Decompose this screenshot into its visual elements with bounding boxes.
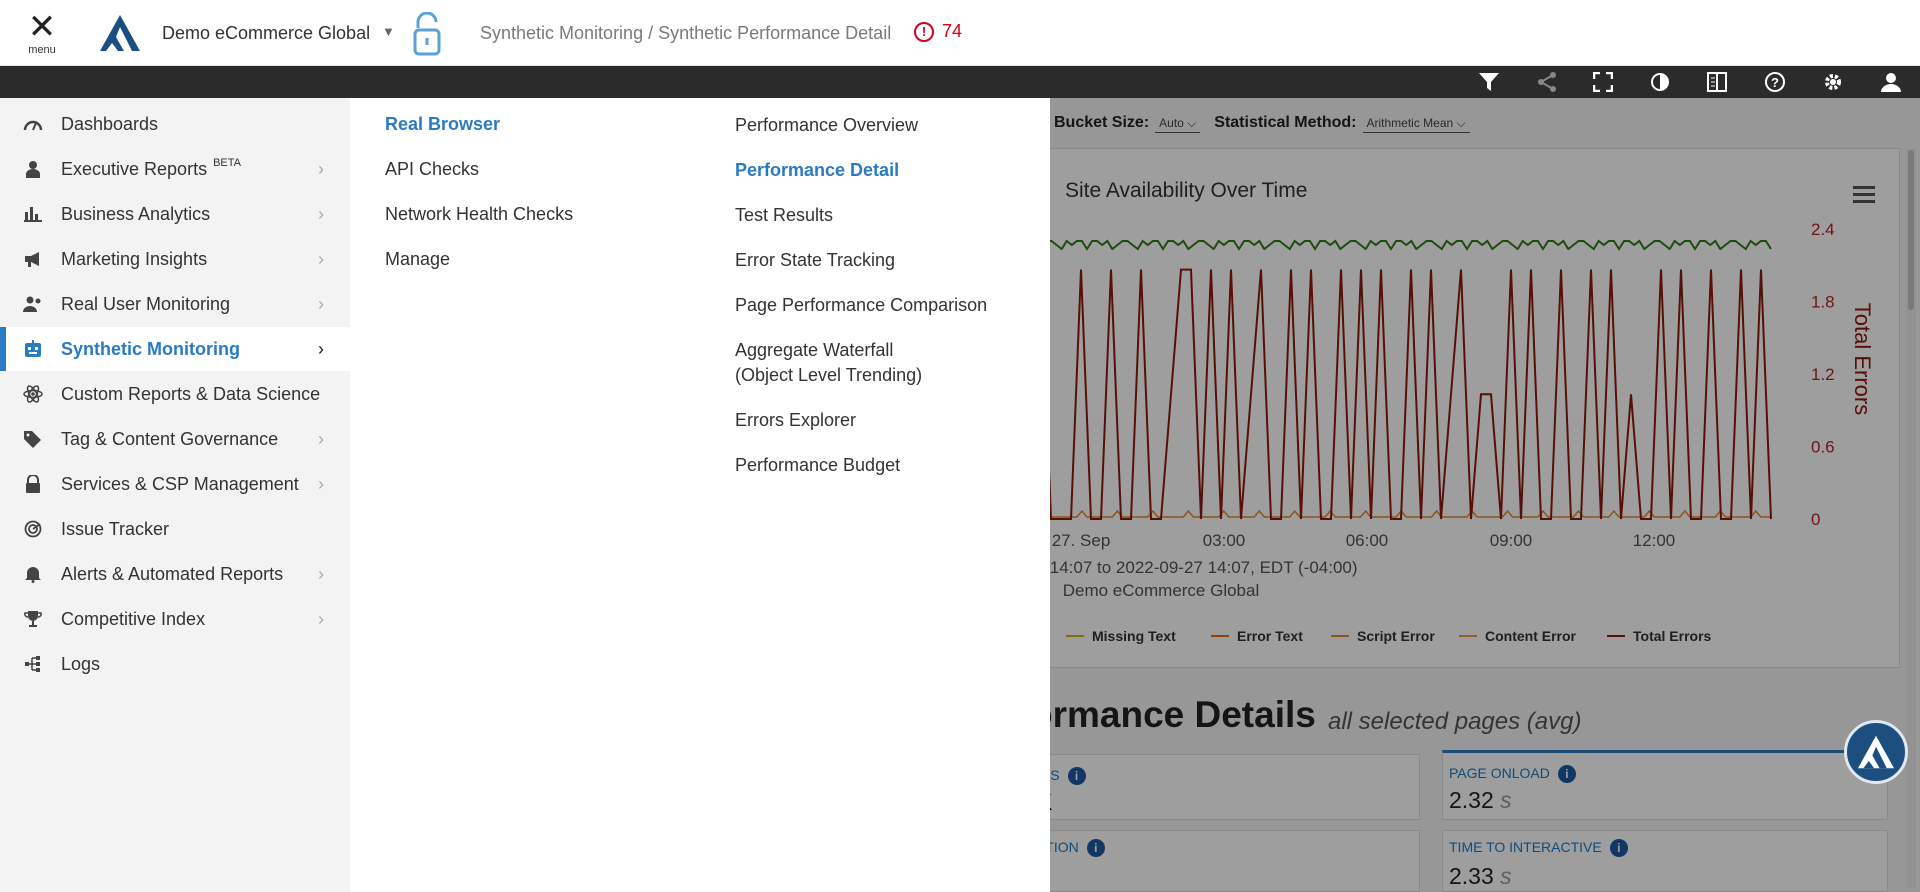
- nav-item-executive-reports[interactable]: Executive Reports BETA ›: [0, 147, 350, 191]
- nav-item-label: Logs: [61, 653, 101, 674]
- nav-item-label: Custom Reports & Data Science: [61, 383, 321, 404]
- breadcrumb: Synthetic Monitoring / Synthetic Perform…: [480, 23, 892, 43]
- leaf-item-performance-detail[interactable]: Performance Detail: [735, 158, 1035, 183]
- sub-item-network-health-checks[interactable]: Network Health Checks ›: [385, 192, 711, 236]
- nav-item-marketing-insights[interactable]: Marketing Insights ›: [0, 237, 350, 281]
- chevron-right-icon: ›: [318, 473, 324, 494]
- chevron-right-icon: ›: [318, 563, 324, 584]
- leaf-item-errors-explorer[interactable]: Errors Explorer: [735, 408, 1035, 433]
- chevron-right-icon: ›: [318, 248, 324, 269]
- alert-icon: !: [914, 21, 934, 42]
- nav-item-label: Business Analytics: [61, 203, 211, 224]
- sub-item-label: Manage: [385, 248, 451, 269]
- leaf-item-performance-overview[interactable]: Performance Overview: [735, 113, 1035, 138]
- menu-label: menu: [28, 44, 56, 56]
- bell-icon: [22, 564, 44, 584]
- leaf-item-aggregate-waterfall[interactable]: Aggregate Waterfall (Object Level Trendi…: [735, 338, 1035, 388]
- leaf-item-label: Aggregate Waterfall: [735, 340, 894, 360]
- nav-item-issue-tracker[interactable]: Issue Tracker: [0, 507, 350, 551]
- nav-item-tag-content-governance[interactable]: Tag & Content Governance ›: [0, 417, 350, 461]
- nav-item-label: Services & CSP Management: [61, 473, 299, 494]
- atom-icon: [22, 384, 44, 404]
- nav-item-logs[interactable]: Logs: [0, 642, 350, 686]
- nav-item-label: Tag & Content Governance: [61, 428, 279, 449]
- nav-item-alerts-reports[interactable]: Alerts & Automated Reports ›: [0, 552, 350, 596]
- nav-item-label: Executive Reports BETA: [61, 156, 241, 179]
- filter-icon[interactable]: [1476, 70, 1502, 94]
- sub-item-api-checks[interactable]: API Checks ›: [385, 147, 711, 191]
- brand-logo[interactable]: [98, 13, 142, 58]
- radar-icon: [22, 519, 44, 539]
- sub-item-label: Network Health Checks: [385, 203, 574, 224]
- leaf-nav: Performance Overview Performance Detail …: [700, 98, 1050, 892]
- megaphone-icon: [22, 249, 44, 269]
- leaf-item-error-state-tracking[interactable]: Error State Tracking: [735, 248, 1035, 273]
- leaf-item-performance-budget[interactable]: Performance Budget: [735, 453, 1035, 478]
- leaf-item-label-line2: (Object Level Trending): [735, 365, 923, 385]
- chevron-right-icon: ›: [318, 203, 324, 224]
- unlock-icon[interactable]: [412, 11, 442, 61]
- nav-item-label: Alerts & Automated Reports: [61, 563, 284, 584]
- sub-nav: Real Browser › API Checks › Network Heal…: [350, 98, 711, 892]
- dashboard-gauge-icon: [22, 114, 44, 134]
- chevron-right-icon: ›: [318, 428, 324, 449]
- column-icon[interactable]: [1704, 70, 1730, 94]
- alert-count: 74: [942, 21, 963, 41]
- chevron-right-icon: ›: [318, 338, 324, 359]
- sub-item-label: API Checks: [385, 158, 480, 179]
- nav-item-business-analytics[interactable]: Business Analytics ›: [0, 192, 350, 236]
- logs-tree-icon: [22, 654, 44, 674]
- assistant-launcher-button[interactable]: [1844, 720, 1908, 784]
- brand-logo-icon: [1858, 735, 1894, 769]
- chevron-right-icon: ›: [318, 158, 324, 179]
- sub-item-label: Real Browser: [385, 113, 501, 134]
- executive-person-icon: [22, 159, 44, 179]
- toolbar: ?: [0, 66, 1920, 98]
- nav-item-label: Marketing Insights: [61, 248, 208, 269]
- nav-item-custom-reports[interactable]: Custom Reports & Data Science: [0, 372, 350, 416]
- chevron-right-icon: ›: [318, 293, 324, 314]
- nav-item-label: Real User Monitoring: [61, 293, 231, 314]
- nav-item-label: Competitive Index: [61, 608, 206, 629]
- close-menu-button[interactable]: ✕ menu: [22, 8, 62, 60]
- nav-item-dashboards[interactable]: Dashboards: [0, 102, 350, 146]
- close-icon: ✕: [27, 8, 57, 46]
- tags-icon: [22, 429, 44, 449]
- fullscreen-icon[interactable]: [1590, 70, 1616, 94]
- sub-item-real-browser[interactable]: Real Browser ›: [385, 102, 711, 146]
- nav-item-synthetic-monitoring[interactable]: Synthetic Monitoring ›: [0, 327, 350, 371]
- nav-item-services-csp[interactable]: Services & CSP Management ›: [0, 462, 350, 506]
- leaf-item-page-performance-comparison[interactable]: Page Performance Comparison: [735, 293, 1035, 318]
- main-nav: Dashboards Executive Reports BETA › Busin…: [0, 98, 350, 892]
- top-header: ✕ menu Demo eCommerce Global ▼ Synthetic…: [0, 0, 1920, 66]
- nav-item-label: Issue Tracker: [61, 518, 170, 539]
- leaf-item-test-results[interactable]: Test Results: [735, 203, 1035, 228]
- share-icon[interactable]: [1534, 70, 1560, 94]
- account-dropdown-icon[interactable]: ▼: [382, 24, 395, 39]
- robot-icon: [22, 339, 44, 359]
- nav-item-real-user-monitoring[interactable]: Real User Monitoring ›: [0, 282, 350, 326]
- beta-badge: BETA: [213, 156, 241, 169]
- bar-chart-icon: [22, 204, 44, 224]
- trophy-icon: [22, 609, 44, 629]
- nav-item-label: Dashboards: [61, 113, 159, 134]
- contrast-icon[interactable]: [1647, 70, 1673, 94]
- nav-item-competitive-index[interactable]: Competitive Index ›: [0, 597, 350, 641]
- user-icon[interactable]: [1878, 70, 1904, 94]
- chevron-right-icon: ›: [318, 608, 324, 629]
- settings-icon[interactable]: [1820, 70, 1846, 94]
- account-name[interactable]: Demo eCommerce Global: [162, 23, 370, 44]
- help-icon[interactable]: ?: [1762, 70, 1788, 94]
- sub-item-manage[interactable]: Manage: [385, 237, 685, 281]
- nav-item-label: Synthetic Monitoring: [61, 338, 240, 359]
- alert-indicator[interactable]: ! 74: [914, 21, 962, 42]
- lock-icon: [22, 474, 44, 494]
- svg-text:?: ?: [1771, 75, 1779, 90]
- users-icon: [22, 294, 44, 314]
